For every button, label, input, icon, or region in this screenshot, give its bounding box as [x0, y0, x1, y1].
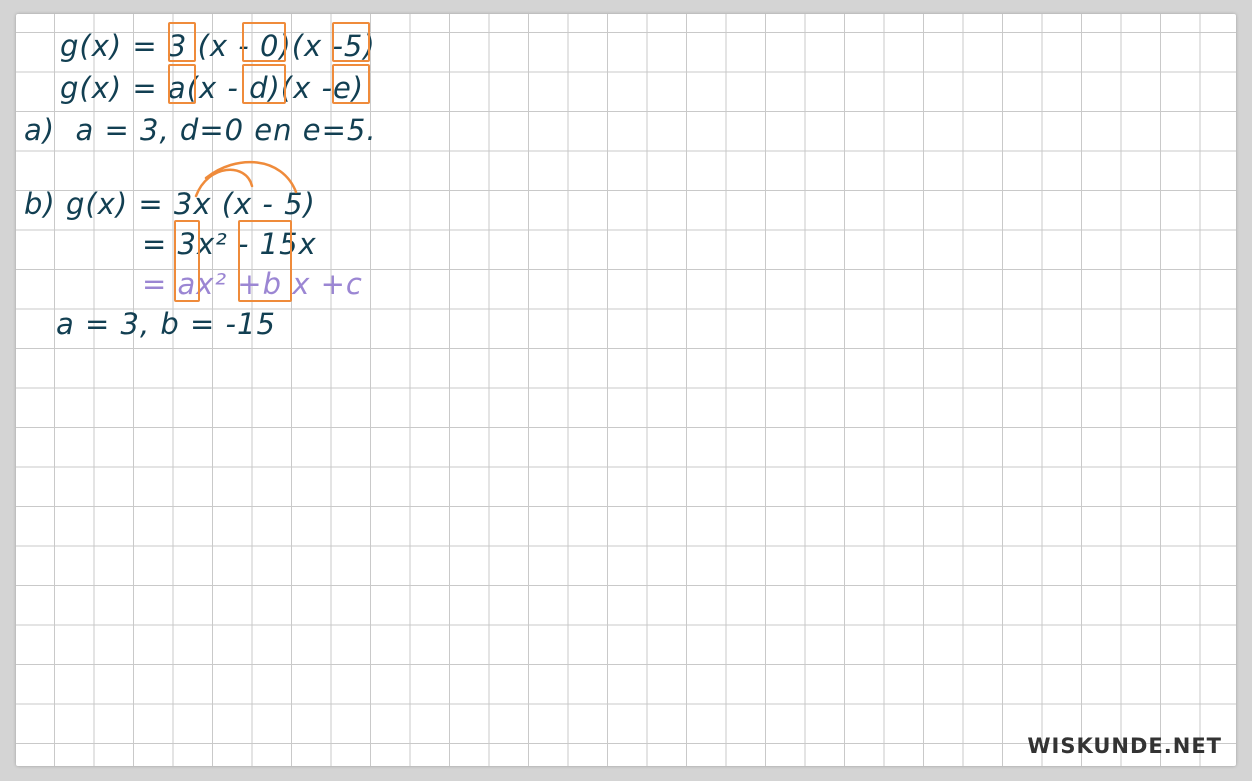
answer-a-line: a) a = 3, d=0 en e=5.	[24, 113, 377, 147]
equation-line-2: g(x) = a(x - d)(x -e)	[60, 71, 365, 105]
highlight-box-d-symbol	[242, 64, 286, 104]
video-frame: g(x) = 3 (x - 0)(x -5) g(x) = a(x - d)(x…	[0, 0, 1252, 781]
highlight-box-a-coefficient	[174, 220, 200, 302]
highlight-box-e-symbol	[332, 64, 370, 104]
grid-paper: g(x) = 3 (x - 0)(x -5) g(x) = a(x - d)(x…	[16, 14, 1236, 766]
highlight-box-e-value	[332, 22, 370, 62]
highlight-box-d-value	[242, 22, 286, 62]
highlight-box-a-value	[168, 22, 196, 62]
equation-line-1: g(x) = 3 (x - 0)(x -5)	[60, 29, 376, 63]
distribution-arc-icon	[194, 160, 298, 198]
highlight-box-b-coefficient	[238, 220, 292, 302]
highlight-box-a-symbol	[168, 64, 196, 104]
wiskunde-logo: WISKUNDE.NET	[1027, 734, 1222, 758]
result-line: a = 3, b = -15	[56, 307, 276, 341]
